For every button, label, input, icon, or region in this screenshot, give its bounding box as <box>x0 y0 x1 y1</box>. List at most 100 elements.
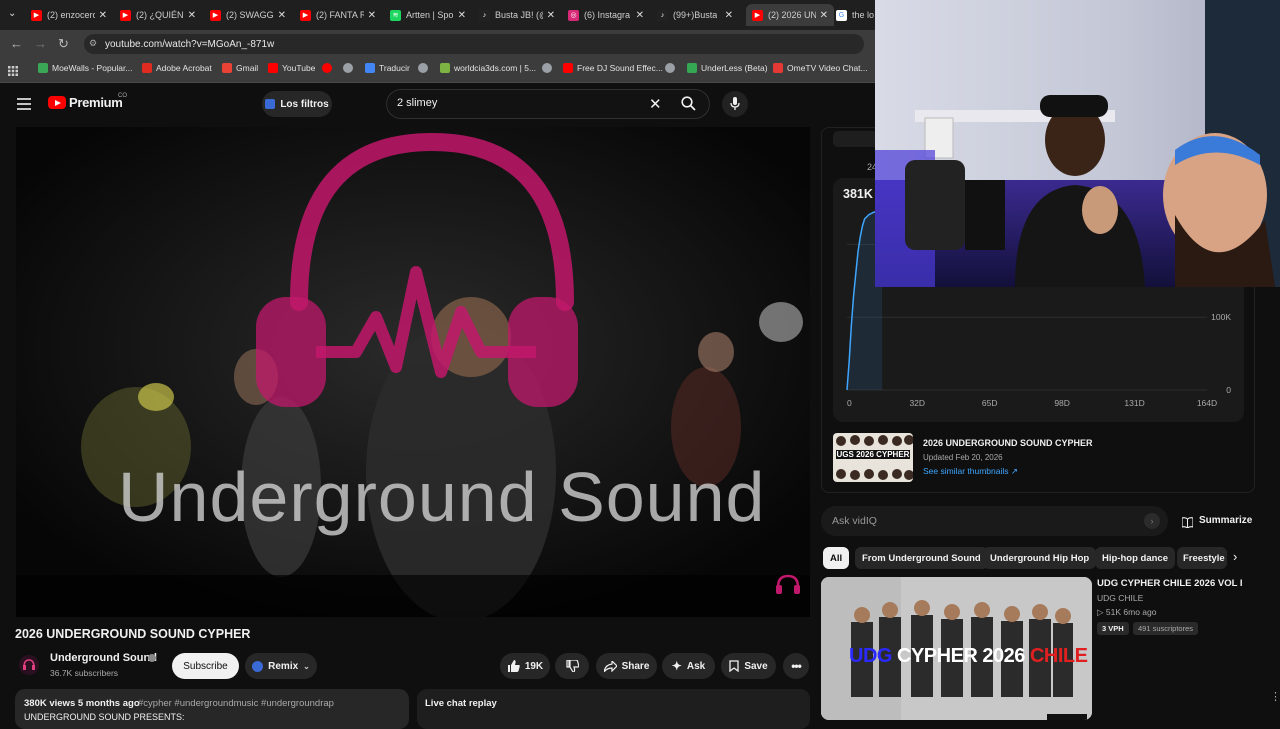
view-stats: 380K views 5 months ago <box>24 698 140 709</box>
ask-button[interactable]: ✦ Ask <box>662 653 715 679</box>
video-title: 2026 UNDERGROUND SOUND CYPHER <box>15 627 251 641</box>
bookmark-item[interactable] <box>542 63 552 73</box>
site-info-icon[interactable]: ⚙ <box>89 38 97 49</box>
bookmark-item[interactable]: Traducir <box>365 63 410 73</box>
address-bar[interactable]: ⚙ youtube.com/watch?v=MGoAn_-871w <box>84 34 864 54</box>
voice-search-button[interactable] <box>722 91 748 117</box>
close-tab-icon[interactable]: ✕ <box>820 10 828 21</box>
browser-tab[interactable]: ≋ Artten | Spo ✕ <box>390 4 472 26</box>
more-actions-button[interactable]: ••• <box>783 653 809 679</box>
recommended-thumbnail-caption: UDG CYPHER 2026 CHILE <box>849 645 1088 668</box>
close-tab-icon[interactable]: ✕ <box>458 10 466 21</box>
browser-tab[interactable]: ♪ (99+)Busta ✕ <box>657 4 739 26</box>
summarize-button[interactable]: Summarize <box>1199 515 1252 526</box>
reload-icon[interactable]: ↻ <box>58 36 69 52</box>
bookmark-label: UnderLess (Beta) <box>701 63 768 73</box>
close-tab-icon[interactable]: ✕ <box>278 10 286 21</box>
bookmark-item[interactable] <box>665 63 675 73</box>
browser-tab[interactable]: ▶ (2) SWAGG ✕ <box>210 4 292 26</box>
tiktok-favicon-icon: ♪ <box>657 9 668 21</box>
search-input[interactable]: 2 slimey <box>397 97 437 109</box>
remix-button[interactable]: Remix ⌄ <box>245 653 317 679</box>
recommended-channel[interactable]: UDG CHILE <box>1097 593 1143 603</box>
chip-hip-hop-dance[interactable]: Hip-hop dance <box>1095 547 1175 569</box>
bookmark-item[interactable] <box>322 63 332 73</box>
bookmark-item[interactable]: Gmail <box>222 63 258 73</box>
x-tick-label: 0 <box>847 398 852 408</box>
send-arrow-icon[interactable]: › <box>1144 513 1160 529</box>
back-arrow-icon[interactable]: ← <box>10 36 23 51</box>
video-player[interactable]: Underground Sound <box>16 127 810 617</box>
bookmark-item[interactable] <box>343 63 353 73</box>
save-button[interactable]: Save <box>721 653 776 679</box>
bookmark-item[interactable] <box>418 63 428 73</box>
like-button[interactable]: 19K <box>500 653 550 679</box>
bookmark-item[interactable]: MoeWalls - Popular... <box>38 63 132 73</box>
bookmark-favicon-icon <box>563 63 573 73</box>
subscribe-button[interactable]: Subscribe <box>172 653 239 679</box>
bookmark-item[interactable]: worldcia3ds.com | 5... <box>440 63 536 73</box>
browser-tab[interactable]: ◎ (6) Instagra ✕ <box>568 4 650 26</box>
analytics-thumbnail[interactable]: UGS 2026 CYPHER <box>833 433 913 482</box>
browser-tab[interactable]: ▶ (2) ¿QUIÉN ✕ <box>120 4 202 26</box>
browser-tab[interactable]: ▶ (2) 2026 UN ✕ <box>746 4 834 26</box>
tab-label: (2) 2026 UN <box>768 10 816 20</box>
bookmark-favicon-icon <box>38 63 48 73</box>
close-tab-icon[interactable]: ✕ <box>188 10 196 21</box>
apps-grid-icon[interactable] <box>8 63 18 76</box>
chip-freestyle[interactable]: Freestyle <box>1177 547 1227 569</box>
bookmark-item[interactable]: YouTube <box>268 63 315 73</box>
share-icon <box>603 660 617 672</box>
dislike-button[interactable] <box>555 653 589 679</box>
browser-tab[interactable]: ▶ (2) enzocero ✕ <box>31 4 113 26</box>
summarize-icon <box>1181 515 1194 533</box>
channel-avatar[interactable] <box>19 655 39 675</box>
search-box[interactable]: 2 slimey ✕ <box>386 89 710 119</box>
close-tab-icon[interactable]: ✕ <box>636 10 644 21</box>
chips-next-chevron-icon[interactable]: › <box>1233 549 1237 564</box>
forward-arrow-icon[interactable]: → <box>34 36 47 51</box>
recommended-title[interactable]: UDG CYPHER CHILE 2026 VOL I <box>1097 578 1243 589</box>
similar-thumbnails-link[interactable]: See similar thumbnails ↗ <box>923 466 1018 477</box>
ask-vidiq-input[interactable]: Ask vidIQ › <box>821 506 1168 536</box>
description-box[interactable]: 380K views 5 months ago #cypher #undergr… <box>15 689 409 729</box>
menu-hamburger-icon[interactable] <box>17 97 31 115</box>
thumbs-up-icon <box>507 660 520 672</box>
live-chat-panel[interactable]: Live chat replay <box>417 689 810 729</box>
premium-wordmark[interactable]: Premium <box>69 95 123 110</box>
browser-tab[interactable]: ▶ (2) FANTA R ✕ <box>300 4 382 26</box>
bookmark-item[interactable]: UnderLess (Beta) <box>687 63 768 73</box>
thumbnail-caption: UGS 2026 CYPHER <box>836 450 910 459</box>
chip-all[interactable]: All <box>823 547 850 569</box>
bookmark-item[interactable]: OmeTV Video Chat... <box>773 63 868 73</box>
x-tick-label: 32D <box>909 398 925 408</box>
close-tab-icon[interactable]: ✕ <box>368 10 376 21</box>
browser-tab[interactable]: ♪ Busta JB! (@ ✕ <box>479 4 561 26</box>
close-tab-icon[interactable]: ✕ <box>725 10 733 21</box>
share-button[interactable]: Share <box>596 653 657 679</box>
bookmark-item[interactable]: Adobe Acrobat <box>142 63 212 73</box>
recommended-thumbnail[interactable]: UDG CYPHER 2026 CHILE <box>821 577 1092 720</box>
bookmark-favicon-icon <box>418 63 428 73</box>
channel-watermark-icon[interactable] <box>774 573 802 602</box>
youtube-logo-icon[interactable] <box>48 96 66 109</box>
bookmark-item[interactable]: Free DJ Sound Effec... <box>563 63 663 73</box>
recommended-more-icon[interactable]: ⋮ <box>1270 690 1280 703</box>
close-tab-icon[interactable]: ✕ <box>547 10 555 21</box>
chip-underground-hip-hop[interactable]: Underground Hip Hop <box>983 547 1097 569</box>
bookmark-favicon-icon <box>343 63 353 73</box>
analytics-video-title[interactable]: 2026 UNDERGROUND SOUND CYPHER <box>923 438 1093 448</box>
video-overlay-text: Underground Sound <box>118 458 766 536</box>
clear-search-icon[interactable]: ✕ <box>649 95 662 113</box>
close-tab-icon[interactable]: ✕ <box>99 10 107 21</box>
tab-search-chevron-icon[interactable]: ⌄ <box>8 8 16 19</box>
chip-from-channel[interactable]: From Underground Sound <box>855 547 988 569</box>
channel-name[interactable]: Underground Sound <box>50 652 157 664</box>
filters-button[interactable]: Los filtros <box>262 91 332 117</box>
hashtags[interactable]: #cypher #undergroundmusic #undergroundra… <box>138 698 334 709</box>
ask-vidiq-placeholder: Ask vidIQ <box>832 515 877 527</box>
remix-label: Remix <box>268 660 299 672</box>
recommended-meta: ▷ 51K 6mo ago <box>1097 607 1157 617</box>
search-icon[interactable] <box>681 96 696 116</box>
browser-tab[interactable]: Gthe lou <box>836 4 874 26</box>
